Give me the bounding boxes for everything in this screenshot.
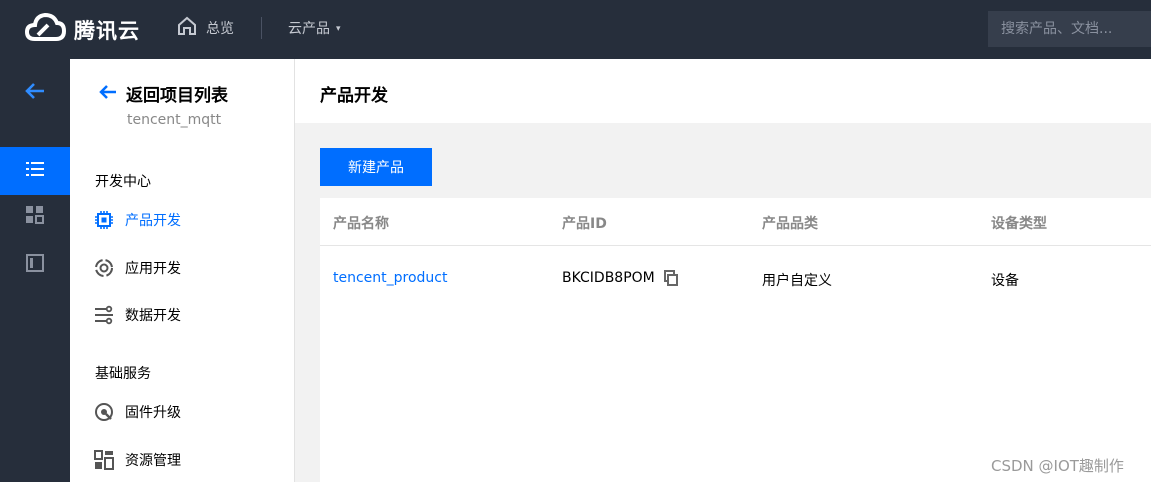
menu-item-label: 资源管理	[125, 453, 181, 469]
table-row: tencent_product BKCIDB8POM 用户自定义 设备	[320, 246, 1151, 310]
left-rail	[0, 59, 70, 482]
back-link-label: 返回项目列表	[126, 86, 228, 106]
brand-name: 腾讯云	[74, 19, 140, 43]
arrow-left-icon	[98, 83, 118, 105]
rail-back-button[interactable]	[0, 69, 70, 117]
menu-item-label: 固件升级	[125, 405, 181, 421]
menu-item-data-dev[interactable]: 数据开发	[94, 304, 181, 326]
nav-cloud-products[interactable]: 云产品 ▾	[288, 18, 341, 38]
rail-list-button[interactable]	[0, 147, 70, 195]
resource-icon	[94, 450, 114, 470]
firmware-icon	[94, 402, 114, 422]
grid-icon	[25, 205, 45, 229]
tencent-cloud-logo[interactable]: 腾讯云	[24, 11, 140, 49]
project-sidebar: 返回项目列表 tencent_mqtt 开发中心 产品开发 应用开发 数据开发 …	[70, 59, 295, 482]
nav-overview-label: 总览	[206, 21, 234, 37]
section-title-basic-services: 基础服务	[95, 366, 151, 382]
project-id: tencent_mqtt	[127, 112, 222, 128]
column-header-product-name: 产品名称	[333, 216, 389, 232]
chip-icon	[94, 210, 114, 230]
rail-grid-button[interactable]	[0, 195, 70, 239]
arrow-left-icon	[24, 81, 46, 105]
section-title-dev-center: 开发中心	[95, 174, 151, 190]
menu-item-label: 应用开发	[125, 261, 181, 277]
create-product-button[interactable]: 新建产品	[320, 148, 432, 186]
nav-overview[interactable]: 总览	[176, 16, 234, 40]
watermark: CSDN @IOT趣制作	[991, 457, 1124, 475]
menu-item-label: 数据开发	[125, 308, 181, 324]
menu-item-label: 产品开发	[125, 213, 181, 229]
nav-divider	[261, 17, 262, 39]
column-header-product-category: 产品品类	[762, 216, 818, 232]
copy-icon[interactable]	[663, 270, 678, 286]
back-to-project-list[interactable]: 返回项目列表	[98, 81, 228, 106]
search-input[interactable]	[988, 11, 1151, 47]
cloud-logo-icon	[24, 11, 67, 49]
home-icon	[176, 16, 198, 40]
device-type-cell: 设备	[991, 273, 1019, 289]
product-id-value: BKCIDB8POM	[562, 270, 655, 286]
page-title: 产品开发	[320, 86, 388, 106]
rail-panel-button[interactable]	[0, 243, 70, 287]
column-header-product-id: 产品ID	[562, 216, 607, 232]
top-navigation-bar: 腾讯云 总览 云产品 ▾	[0, 0, 1151, 59]
product-category-cell: 用户自定义	[762, 273, 832, 289]
app-dev-icon	[94, 258, 114, 278]
chevron-down-icon: ▾	[336, 24, 341, 34]
table-header: 产品名称 产品ID 产品品类 设备类型	[320, 198, 1151, 246]
panel-icon	[25, 253, 45, 277]
main-header: 产品开发	[295, 59, 1151, 123]
product-table: 产品名称 产品ID 产品品类 设备类型 tencent_product BKCI…	[320, 198, 1151, 482]
nav-products-label: 云产品	[288, 21, 330, 37]
data-flow-icon	[94, 305, 114, 325]
menu-item-app-dev[interactable]: 应用开发	[94, 257, 181, 279]
column-header-device-type: 设备类型	[991, 216, 1047, 232]
product-id-cell: BKCIDB8POM	[562, 270, 678, 286]
product-name-link[interactable]: tencent_product	[333, 270, 448, 286]
menu-item-resource-management[interactable]: 资源管理	[94, 449, 181, 471]
list-icon	[25, 160, 45, 182]
menu-item-product-dev[interactable]: 产品开发	[94, 209, 181, 231]
menu-item-firmware-upgrade[interactable]: 固件升级	[94, 401, 181, 423]
